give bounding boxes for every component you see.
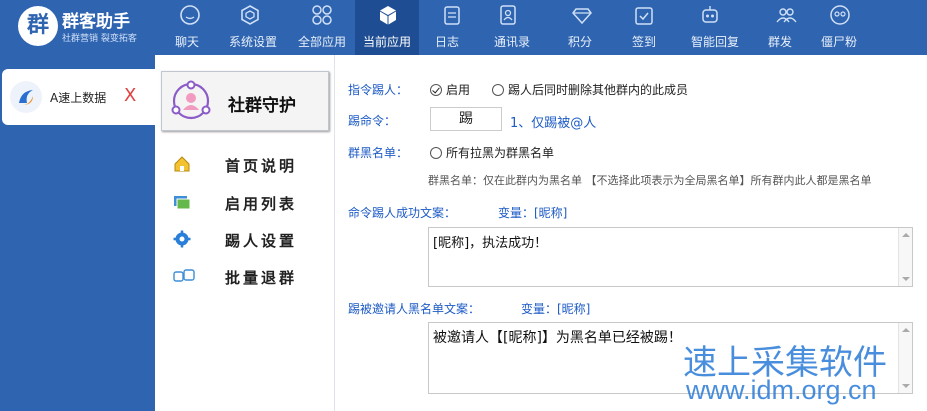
contacts-icon — [500, 5, 516, 25]
success-variable-label: 变量：[昵称] — [498, 206, 568, 220]
main-nav: 聊天 系统设置 全部应用 当前应用 日志 通讯录 积分 签到 智能回复 群发 僵… — [157, 0, 871, 55]
kick-command-label: 踢命令： — [348, 114, 397, 128]
success-text-value: [昵称]，执法成功！ — [433, 236, 548, 251]
watermark-url: www.idm.org.cn — [686, 375, 877, 405]
log-icon — [444, 6, 460, 25]
community-guard-icon — [171, 80, 211, 120]
success-text-input[interactable]: [昵称]，执法成功！ — [428, 227, 913, 287]
nav-smart-reply-label: 智能回复 — [690, 35, 739, 49]
cube-icon — [380, 6, 396, 25]
close-icon[interactable]: X — [124, 85, 136, 106]
invite-variable-label: 变量：[昵称] — [521, 302, 591, 316]
group-send-icon — [776, 8, 797, 23]
nav-chat[interactable]: 聊天 — [157, 0, 217, 55]
nav-system-settings[interactable]: 系统设置 — [217, 0, 289, 55]
invite-blacklist-text-label: 踢被邀请人黑名单文案： — [348, 302, 481, 316]
menu-item-home-intro[interactable]: 首页说明 — [173, 151, 323, 177]
avatar — [10, 81, 42, 113]
enable-checkbox-label: 启用 — [446, 83, 471, 97]
nav-current-app-label: 当前应用 — [362, 35, 411, 49]
diamond-icon — [572, 8, 592, 25]
app-subtitle: 社群营销 裂变拓客 — [62, 34, 137, 44]
exit-group-icon — [173, 269, 195, 282]
group-blacklist-option[interactable]: 所有拉黑为群黑名单 — [430, 144, 554, 161]
module-title: 社群守护 — [228, 96, 296, 116]
menu-item-kick-settings[interactable]: 踢人设置 — [173, 226, 323, 252]
menu-item-batch-quit-label: 批量退群 — [225, 269, 298, 287]
logo-mark: 群 — [18, 6, 58, 46]
gear-icon — [173, 230, 191, 248]
nav-checkin-label: 签到 — [631, 35, 656, 49]
app-logo: 群 群客助手 社群营销 裂变拓客 — [8, 4, 158, 50]
nav-smart-reply[interactable]: 智能回复 — [677, 0, 753, 55]
nav-points[interactable]: 积分 — [549, 0, 611, 55]
nav-system-settings-label: 系统设置 — [228, 35, 277, 49]
nav-all-apps[interactable]: 全部应用 — [289, 0, 355, 55]
list-icon — [174, 196, 191, 210]
menu-item-enabled-list[interactable]: 启用列表 — [173, 189, 323, 215]
menu-item-kick-settings-label: 踢人设置 — [225, 232, 298, 250]
nav-checkin[interactable]: 签到 — [611, 0, 677, 55]
remove-from-other-groups-label: 踢人后同时删除其他群内的此成员 — [508, 83, 689, 97]
kick-command-input[interactable]: 踢 — [430, 107, 502, 131]
group-blacklist-indicator — [430, 147, 442, 159]
robot-icon — [702, 6, 718, 23]
nav-current-app[interactable]: 当前应用 — [355, 0, 419, 55]
nav-contacts[interactable]: 通讯录 — [475, 0, 549, 55]
chat-icon — [180, 5, 200, 25]
account-card[interactable]: A速上数据 X — [2, 69, 155, 125]
nav-contacts-label: 通讯录 — [493, 35, 530, 49]
module-header: 社群守护 — [161, 71, 329, 131]
app-title: 群客助手 — [62, 12, 130, 32]
kick-command-note: 1、仅踢被@人 — [510, 116, 597, 131]
nav-chat-label: 聊天 — [174, 35, 199, 49]
account-column: A速上数据 X — [0, 55, 155, 411]
hexagon-settings-icon — [241, 5, 259, 25]
remove-from-other-groups-indicator — [492, 84, 504, 96]
group-blacklist-label: 群黑名单： — [348, 146, 409, 160]
top-bar: 群 群客助手 社群营销 裂变拓客 聊天 系统设置 全部应用 当前应用 日志 通讯… — [0, 0, 927, 55]
nav-points-label: 积分 — [567, 35, 592, 49]
checkin-icon — [635, 7, 653, 25]
remove-from-other-groups-option[interactable]: 踢人后同时删除其他群内的此成员 — [492, 81, 688, 98]
menu-item-batch-quit[interactable]: 批量退群 — [173, 263, 323, 289]
group-blacklist-option-label: 所有拉黑为群黑名单 — [446, 146, 555, 160]
nav-log[interactable]: 日志 — [419, 0, 475, 55]
success-text-scrollbar[interactable] — [898, 228, 912, 286]
nav-zombie-fans-label: 僵尸粉 — [820, 35, 857, 49]
invite-blacklist-text-value: 被邀请人【[昵称]】为黑名单已经被踢！ — [433, 330, 682, 346]
nav-log-label: 日志 — [434, 35, 459, 49]
success-text-label: 命令踢人成功文案： — [348, 206, 457, 220]
enable-checkbox[interactable]: 启用 — [430, 81, 470, 98]
group-blacklist-hint: 群黑名单：仅在此群内为黑名单 【不选择此项表示为全局黑名单】所有群内此人都是黑名… — [428, 174, 872, 187]
command-kick-label: 指令踢人： — [348, 83, 409, 97]
nav-group-send[interactable]: 群发 — [753, 0, 807, 55]
nav-zombie-fans[interactable]: 僵尸粉 — [807, 0, 871, 55]
menu-item-home-intro-label: 首页说明 — [225, 157, 298, 175]
enable-check-indicator — [430, 84, 442, 96]
apps-grid-icon — [312, 5, 332, 25]
home-icon — [174, 156, 190, 172]
menu-item-enabled-list-label: 启用列表 — [225, 195, 298, 213]
account-name: A速上数据 — [50, 91, 107, 105]
zombie-icon — [830, 5, 850, 25]
invite-text-scrollbar[interactable] — [898, 323, 912, 393]
module-menu: 社群守护 首页说明 启用列表 踢人设置 批量退群 — [155, 55, 335, 411]
nav-group-send-label: 群发 — [767, 35, 792, 49]
nav-all-apps-label: 全部应用 — [297, 35, 346, 49]
